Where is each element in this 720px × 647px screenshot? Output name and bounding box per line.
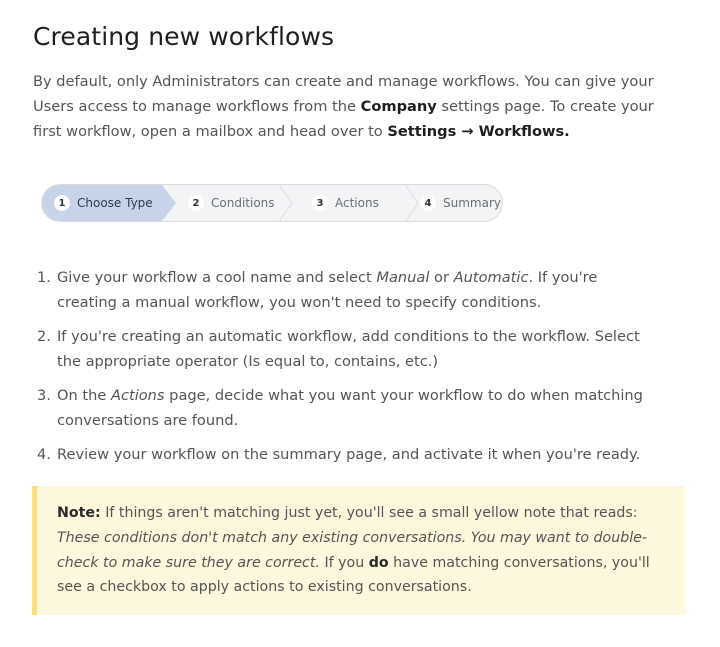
list-number: 4.	[37, 446, 51, 464]
company-emphasis: Company	[360, 97, 437, 115]
settings-path-emphasis: Settings → Workflows.	[387, 122, 570, 140]
step-number: 4	[420, 195, 436, 211]
chevron-divider-icon	[279, 185, 293, 221]
step-actions: 3 Actions	[312, 185, 379, 221]
step-label: Actions	[335, 196, 379, 210]
list-text: or	[429, 269, 454, 286]
list-number: 1.	[37, 269, 51, 286]
step-conditions: 2 Conditions	[188, 185, 275, 221]
workflow-stepper: 1 Choose Type 2 Conditions 3 Actions 4 S…	[41, 184, 503, 222]
list-item: 4. Review your workflow on the summary pa…	[37, 443, 657, 468]
actions-emphasis: Actions	[110, 387, 165, 405]
intro-paragraph: By default, only Administrators can crea…	[33, 70, 683, 144]
do-emphasis: do	[368, 554, 389, 571]
list-number: 3.	[37, 387, 51, 405]
page-title: Creating new workflows	[33, 22, 335, 51]
note-label: Note:	[57, 505, 101, 521]
article: Creating new workflows By default, only …	[0, 0, 720, 647]
chevron-divider-icon	[405, 185, 419, 221]
note-callout: Note: If things aren't matching just yet…	[32, 486, 685, 615]
step-summary: 4 Summary	[420, 185, 501, 221]
step-label: Summary	[443, 196, 501, 210]
list-item: 3. On the Actions page, decide what you w…	[37, 384, 657, 434]
step-number: 2	[188, 195, 204, 211]
step-choose-type: 1 Choose Type	[42, 185, 176, 221]
list-text: On the	[57, 387, 111, 405]
manual-emphasis: Manual	[376, 269, 430, 286]
step-label: Choose Type	[77, 196, 153, 210]
step-number: 1	[54, 195, 70, 211]
note-text: If things aren't matching just yet, you'…	[100, 505, 638, 521]
list-item: 2. If you're creating an automatic workfl…	[37, 325, 657, 375]
list-text: Give your workflow a cool name and selec…	[57, 269, 377, 286]
step-number: 3	[312, 195, 328, 211]
list-text: If you're creating an automatic workflow…	[57, 328, 640, 370]
list-item: 1. Give your workflow a cool name and sel…	[37, 266, 657, 316]
list-text: Review your workflow on the summary page…	[57, 446, 641, 464]
note-text: If you	[319, 554, 369, 571]
list-number: 2.	[37, 328, 51, 346]
step-label: Conditions	[211, 196, 275, 210]
steps-list: 1. Give your workflow a cool name and sel…	[37, 266, 657, 478]
automatic-emphasis: Automatic	[453, 269, 529, 286]
